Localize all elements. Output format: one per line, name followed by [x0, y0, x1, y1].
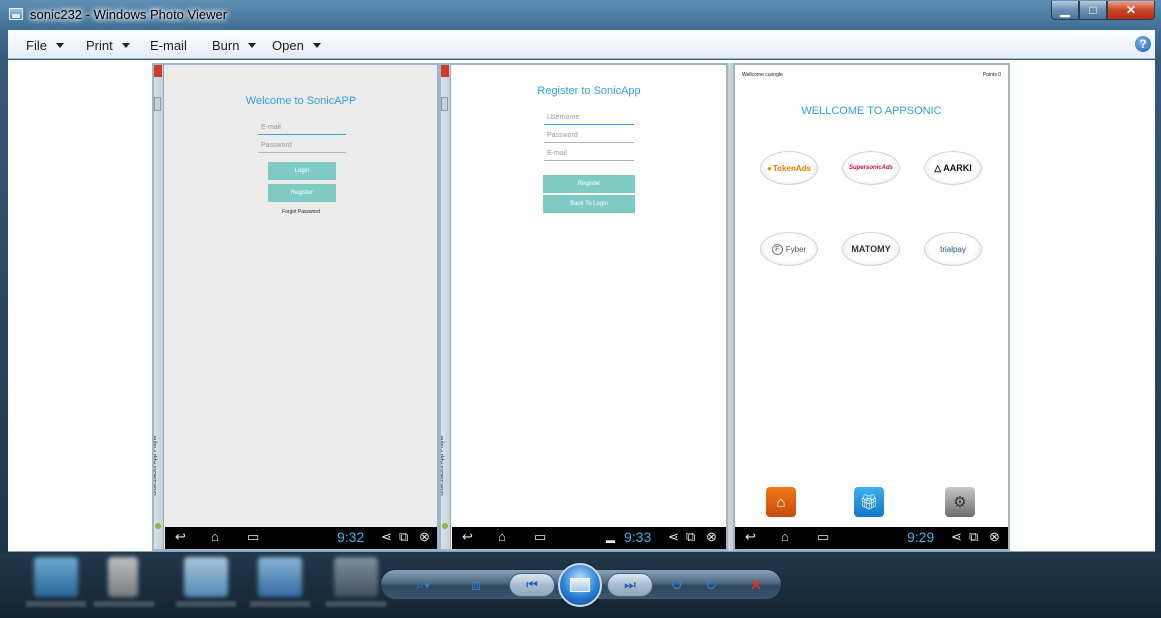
rotate-clockwise-icon[interactable]: ↻ [699, 575, 723, 595]
slideshow-button[interactable] [558, 563, 602, 607]
close-window-button[interactable]: ✕ [1107, 1, 1155, 20]
chevron-down-icon [248, 43, 257, 48]
minimize-button[interactable]: ▁ [1051, 1, 1079, 20]
next-button[interactable]: ⏭ [607, 573, 653, 597]
menu-file-label: File [26, 38, 47, 53]
delete-icon[interactable]: ✕ [743, 575, 769, 595]
chevron-down-icon [121, 43, 130, 48]
blurred-desktop-icon [258, 557, 302, 597]
blurred-desktop-icon [184, 557, 228, 597]
pane-login: BlueStacks App Player Welcome to SonicAP… [152, 63, 439, 551]
previous-button[interactable]: ⏮ [509, 573, 555, 597]
chevron-down-icon [55, 43, 64, 48]
menu-print[interactable]: Print [86, 38, 130, 53]
pane-home: Wellcome cuongle Points 0 WELLCOME TO AP… [733, 63, 1010, 551]
pane-register: BlueStacks App Player Register to SonicA… [439, 63, 728, 551]
pane-frame [733, 63, 1010, 551]
blurred-desktop-icon [334, 557, 378, 597]
menu-email[interactable]: E-mail [150, 38, 187, 53]
photo-viewer-window: sonic232 - Windows Photo Viewer ▁ □ ✕ Fi… [0, 0, 1161, 618]
blurred-desktop-icon [34, 557, 78, 597]
chevron-down-icon [312, 43, 321, 48]
help-icon[interactable]: ? [1135, 36, 1151, 52]
menu-open-label: Open [272, 38, 304, 53]
rotate-counterclockwise-icon[interactable]: ↺ [665, 575, 689, 595]
actual-size-icon[interactable]: ⧈ [463, 575, 489, 595]
blurred-label [326, 601, 386, 607]
blurred-label [94, 601, 154, 607]
menu-burn[interactable]: Burn [212, 38, 257, 53]
photo-viewer-app-icon [9, 8, 23, 20]
menu-email-label: E-mail [150, 38, 187, 53]
blurred-desktop-icon [108, 557, 138, 597]
menu-file[interactable]: File [26, 38, 64, 53]
pane-frame [152, 63, 439, 551]
menu-print-label: Print [86, 38, 113, 53]
window-title: sonic232 - Windows Photo Viewer [30, 7, 228, 22]
displayed-photo: BlueStacks App Player Welcome to SonicAP… [152, 63, 1010, 551]
blurred-label [176, 601, 236, 607]
zoom-icon[interactable]: ⌕▾ [405, 575, 441, 595]
pane-frame [439, 63, 728, 551]
menu-open[interactable]: Open [272, 38, 321, 53]
maximize-button[interactable]: □ [1079, 1, 1107, 20]
blurred-label [250, 601, 310, 607]
blurred-label [26, 601, 86, 607]
menu-burn-label: Burn [212, 38, 240, 53]
title-bar[interactable]: sonic232 - Windows Photo Viewer ▁ □ ✕ [0, 0, 1161, 30]
slideshow-icon [570, 578, 590, 592]
menu-bar: File Print E-mail Burn Open ? [8, 30, 1155, 59]
